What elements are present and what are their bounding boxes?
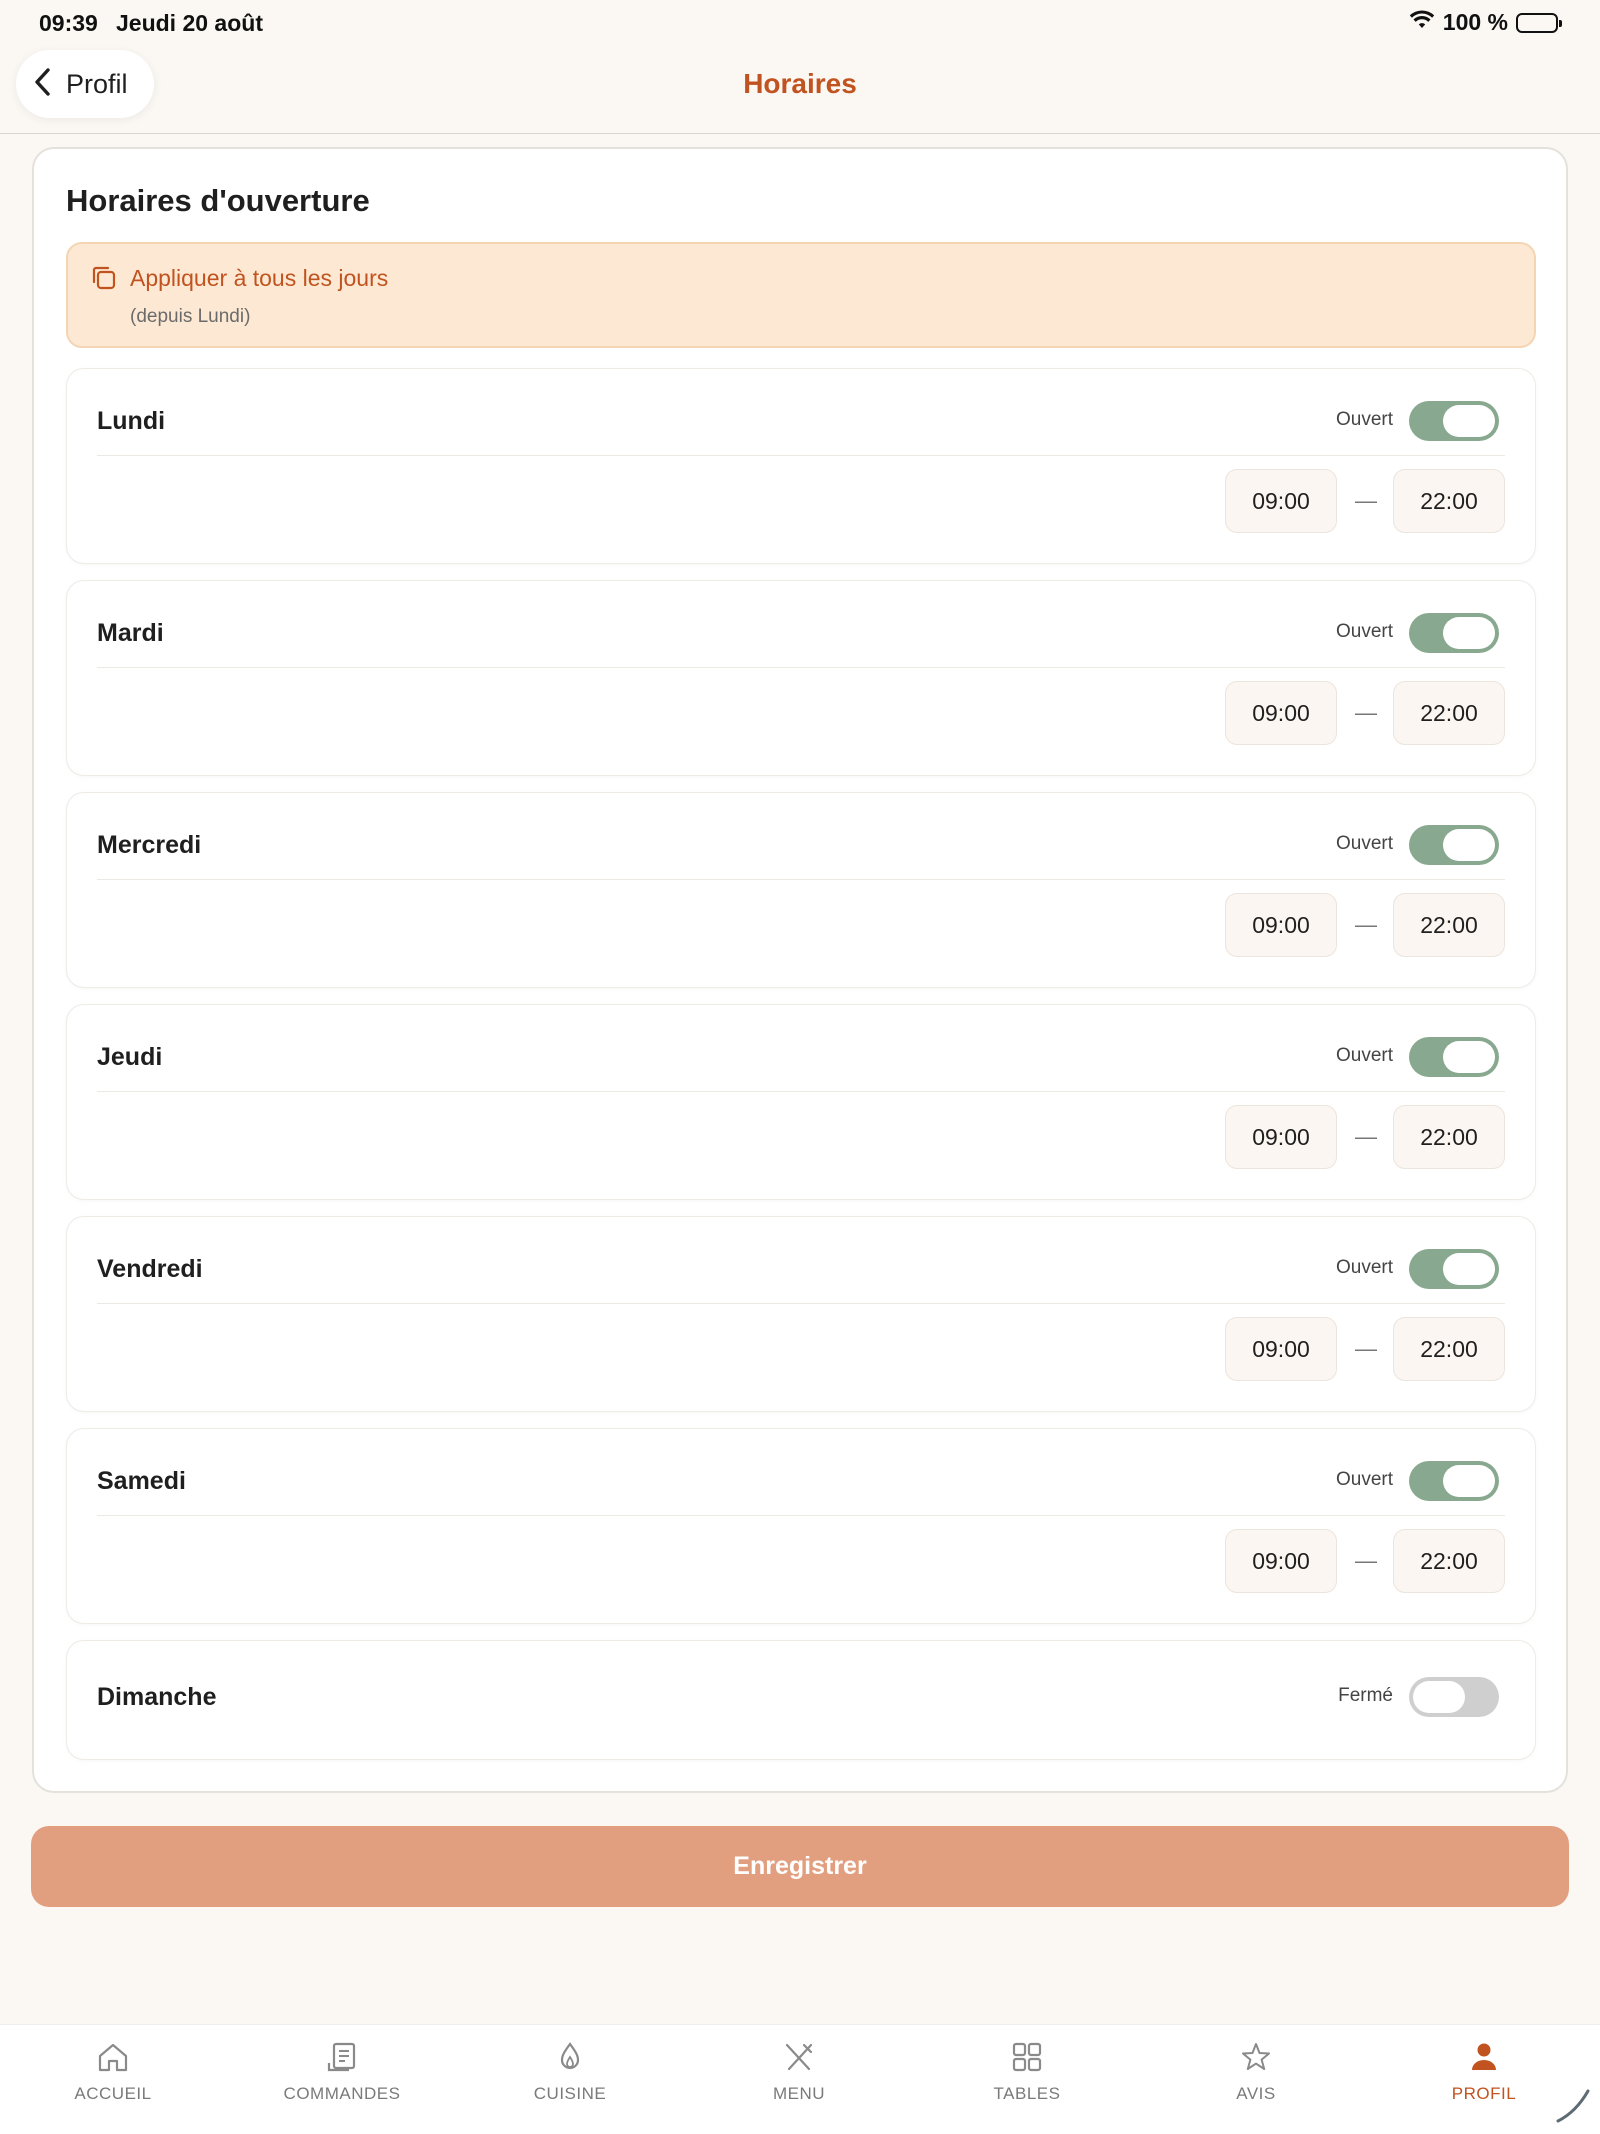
divider (97, 455, 1505, 456)
end-time-field[interactable]: 22:00 (1393, 1529, 1505, 1593)
page-title: Horaires (743, 68, 857, 99)
tab-profil[interactable]: PROFIL (1404, 2041, 1564, 2104)
tab-label: COMMANDES (283, 2084, 401, 2103)
tab-tables[interactable]: TABLES (947, 2041, 1107, 2104)
time-separator: — (1355, 912, 1377, 937)
status-bar: 09:39 Jeudi 20 août 100 % (0, 0, 1600, 48)
tab-label: CUISINE (533, 2084, 607, 2103)
day-name: Samedi (97, 1467, 186, 1495)
start-time-field[interactable]: 09:00 (1225, 1317, 1337, 1381)
day-status: Ouvert (1335, 1257, 1393, 1278)
start-time-field[interactable]: 09:00 (1225, 1105, 1337, 1169)
divider (97, 1515, 1505, 1516)
end-time-field[interactable]: 22:00 (1393, 469, 1505, 533)
apply-all-label: Appliquer à tous les jours (130, 265, 389, 291)
open-toggle[interactable] (1409, 1249, 1499, 1289)
open-toggle[interactable] (1409, 401, 1499, 441)
day-row-mardi: Mardi Ouvert 09:00 — 22:00 (66, 580, 1536, 776)
open-toggle[interactable] (1409, 613, 1499, 653)
day-name: Vendredi (97, 1255, 203, 1283)
tab-label: PROFIL (1451, 2084, 1517, 2103)
time-separator: — (1355, 1336, 1377, 1361)
time-separator: — (1355, 1124, 1377, 1149)
day-name: Dimanche (97, 1683, 217, 1711)
day-row-lundi: Lundi Ouvert 09:00 — 22:00 (66, 368, 1536, 564)
open-toggle[interactable] (1409, 1677, 1499, 1717)
tab-bar: ACCUEIL COMMANDES CUISINE MENU TABLES AV… (0, 2024, 1600, 2134)
open-toggle[interactable] (1409, 1037, 1499, 1077)
tab-label: ACCUEIL (74, 2084, 152, 2103)
tab-avis[interactable]: AVIS (1176, 2041, 1336, 2104)
nav-header: Profil Horaires (0, 48, 1600, 134)
day-name: Mercredi (97, 831, 202, 859)
divider (97, 1303, 1505, 1304)
divider (97, 667, 1505, 668)
time-separator: — (1355, 488, 1377, 513)
day-status: Ouvert (1335, 1045, 1393, 1066)
time-separator: — (1355, 1548, 1377, 1573)
tab-accueil[interactable]: ACCUEIL (33, 2041, 193, 2104)
start-time-field[interactable]: 09:00 (1225, 681, 1337, 745)
day-status: Ouvert (1335, 409, 1393, 430)
divider (97, 1091, 1505, 1092)
home-icon (96, 2041, 130, 2078)
start-time-field[interactable]: 09:00 (1225, 893, 1337, 957)
day-row-jeudi: Jeudi Ouvert 09:00 — 22:00 (66, 1004, 1536, 1200)
tab-label: AVIS (1236, 2084, 1276, 2103)
utensils-icon (782, 2041, 816, 2078)
tab-cuisine[interactable]: CUISINE (490, 2041, 650, 2104)
end-time-field[interactable]: 22:00 (1393, 893, 1505, 957)
wifi-icon (1409, 10, 1435, 35)
day-name: Jeudi (97, 1043, 163, 1071)
divider (97, 879, 1505, 880)
day-row-vendredi: Vendredi Ouvert 09:00 — 22:00 (66, 1216, 1536, 1412)
open-toggle[interactable] (1409, 825, 1499, 865)
day-name: Mardi (97, 619, 164, 647)
start-time-field[interactable]: 09:00 (1225, 469, 1337, 533)
status-date: Jeudi 20 août (116, 10, 263, 36)
pencil-icon (1552, 2085, 1592, 2130)
status-time: 09:39 (39, 10, 98, 36)
receipt-icon (325, 2041, 359, 2078)
tab-label: MENU (772, 2084, 826, 2103)
tab-label: TABLES (993, 2084, 1061, 2103)
day-status: Fermé (1338, 1685, 1393, 1706)
apply-all-subtitle: (depuis Lundi) (130, 306, 251, 327)
star-icon (1239, 2041, 1273, 2078)
start-time-field[interactable]: 09:00 (1225, 1529, 1337, 1593)
day-status: Ouvert (1335, 833, 1393, 854)
save-button[interactable]: Enregistrer (31, 1826, 1569, 1907)
card-title: Horaires d'ouverture (66, 183, 370, 218)
user-icon (1467, 2041, 1501, 2078)
tab-menu[interactable]: MENU (719, 2041, 879, 2104)
status-right: 100 % (1409, 9, 1562, 36)
open-toggle[interactable] (1409, 1461, 1499, 1501)
copy-icon (90, 264, 118, 297)
end-time-field[interactable]: 22:00 (1393, 681, 1505, 745)
end-time-field[interactable]: 22:00 (1393, 1105, 1505, 1169)
day-name: Lundi (97, 407, 166, 435)
day-row-dimanche: Dimanche Fermé (66, 1640, 1536, 1760)
day-status: Ouvert (1335, 1469, 1393, 1490)
day-row-samedi: Samedi Ouvert 09:00 — 22:00 (66, 1428, 1536, 1624)
day-row-mercredi: Mercredi Ouvert 09:00 — 22:00 (66, 792, 1536, 988)
opening-hours-card: Horaires d'ouverture Appliquer à tous le… (32, 147, 1568, 1793)
end-time-field[interactable]: 22:00 (1393, 1317, 1505, 1381)
day-status: Ouvert (1335, 621, 1393, 642)
tab-commandes[interactable]: COMMANDES (262, 2041, 422, 2104)
apply-all-days-button[interactable]: Appliquer à tous les jours (depuis Lundi… (66, 242, 1536, 348)
time-separator: — (1355, 700, 1377, 725)
grid-icon (1010, 2041, 1044, 2078)
flame-icon (553, 2041, 587, 2078)
battery-icon (1516, 12, 1562, 33)
battery-percent: 100 % (1442, 9, 1508, 35)
